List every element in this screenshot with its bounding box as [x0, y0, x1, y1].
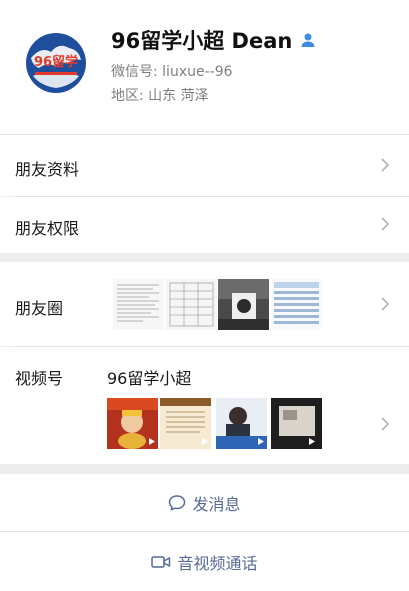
- chevron-right-icon: [381, 217, 390, 231]
- channels-video-2: [160, 398, 211, 449]
- chevron-right-icon: [381, 417, 390, 431]
- row-moments[interactable]: 朋友圈: [0, 262, 409, 346]
- video-call-button[interactable]: 音视频通话: [0, 532, 409, 591]
- row-moments-label: 朋友圈: [15, 299, 64, 318]
- channels-video-3: [216, 398, 267, 449]
- video-camera-icon: [151, 555, 171, 568]
- chat-bubble-icon: [169, 494, 186, 511]
- channels-name: 96留学小超: [107, 369, 192, 388]
- row-friend-permissions-label: 朋友权限: [15, 219, 80, 238]
- profile-header: 96留学 96留学小超 Dean 微信号: liuxue--96 地区: 山东 …: [0, 0, 409, 134]
- wechat-id: 微信号: liuxue--96: [111, 64, 233, 80]
- name-row: 96留学小超 Dean: [111, 26, 316, 54]
- row-channels-label: 视频号: [15, 369, 64, 388]
- profile-name: 96留学小超 Dean: [111, 29, 293, 53]
- moments-thumbnail-1: [113, 279, 164, 330]
- video-call-label: 音视频通话: [177, 553, 258, 573]
- avatar-logo-text: 96留学: [34, 54, 78, 70]
- chevron-right-icon: [381, 297, 390, 311]
- row-friend-info-label: 朋友资料: [15, 160, 80, 179]
- region: 地区: 山东 菏泽: [111, 88, 209, 104]
- row-channels[interactable]: 视频号 96留学小超: [0, 347, 409, 464]
- row-friend-permissions[interactable]: 朋友权限: [0, 197, 409, 253]
- channels-video-1: [107, 398, 158, 449]
- moments-thumbnail-3: [218, 279, 269, 330]
- chevron-right-icon: [381, 158, 390, 172]
- row-friend-info[interactable]: 朋友资料: [0, 135, 409, 196]
- channels-video-4: [271, 398, 322, 449]
- send-message-label: 发消息: [192, 494, 241, 514]
- moments-thumbnail-4: [271, 279, 322, 330]
- avatar[interactable]: 96留学: [21, 28, 91, 98]
- send-message-button[interactable]: 发消息: [0, 474, 409, 531]
- avatar-logo: 96留学: [26, 33, 86, 93]
- moments-thumbnail-2: [166, 279, 217, 330]
- person-icon: [300, 32, 316, 48]
